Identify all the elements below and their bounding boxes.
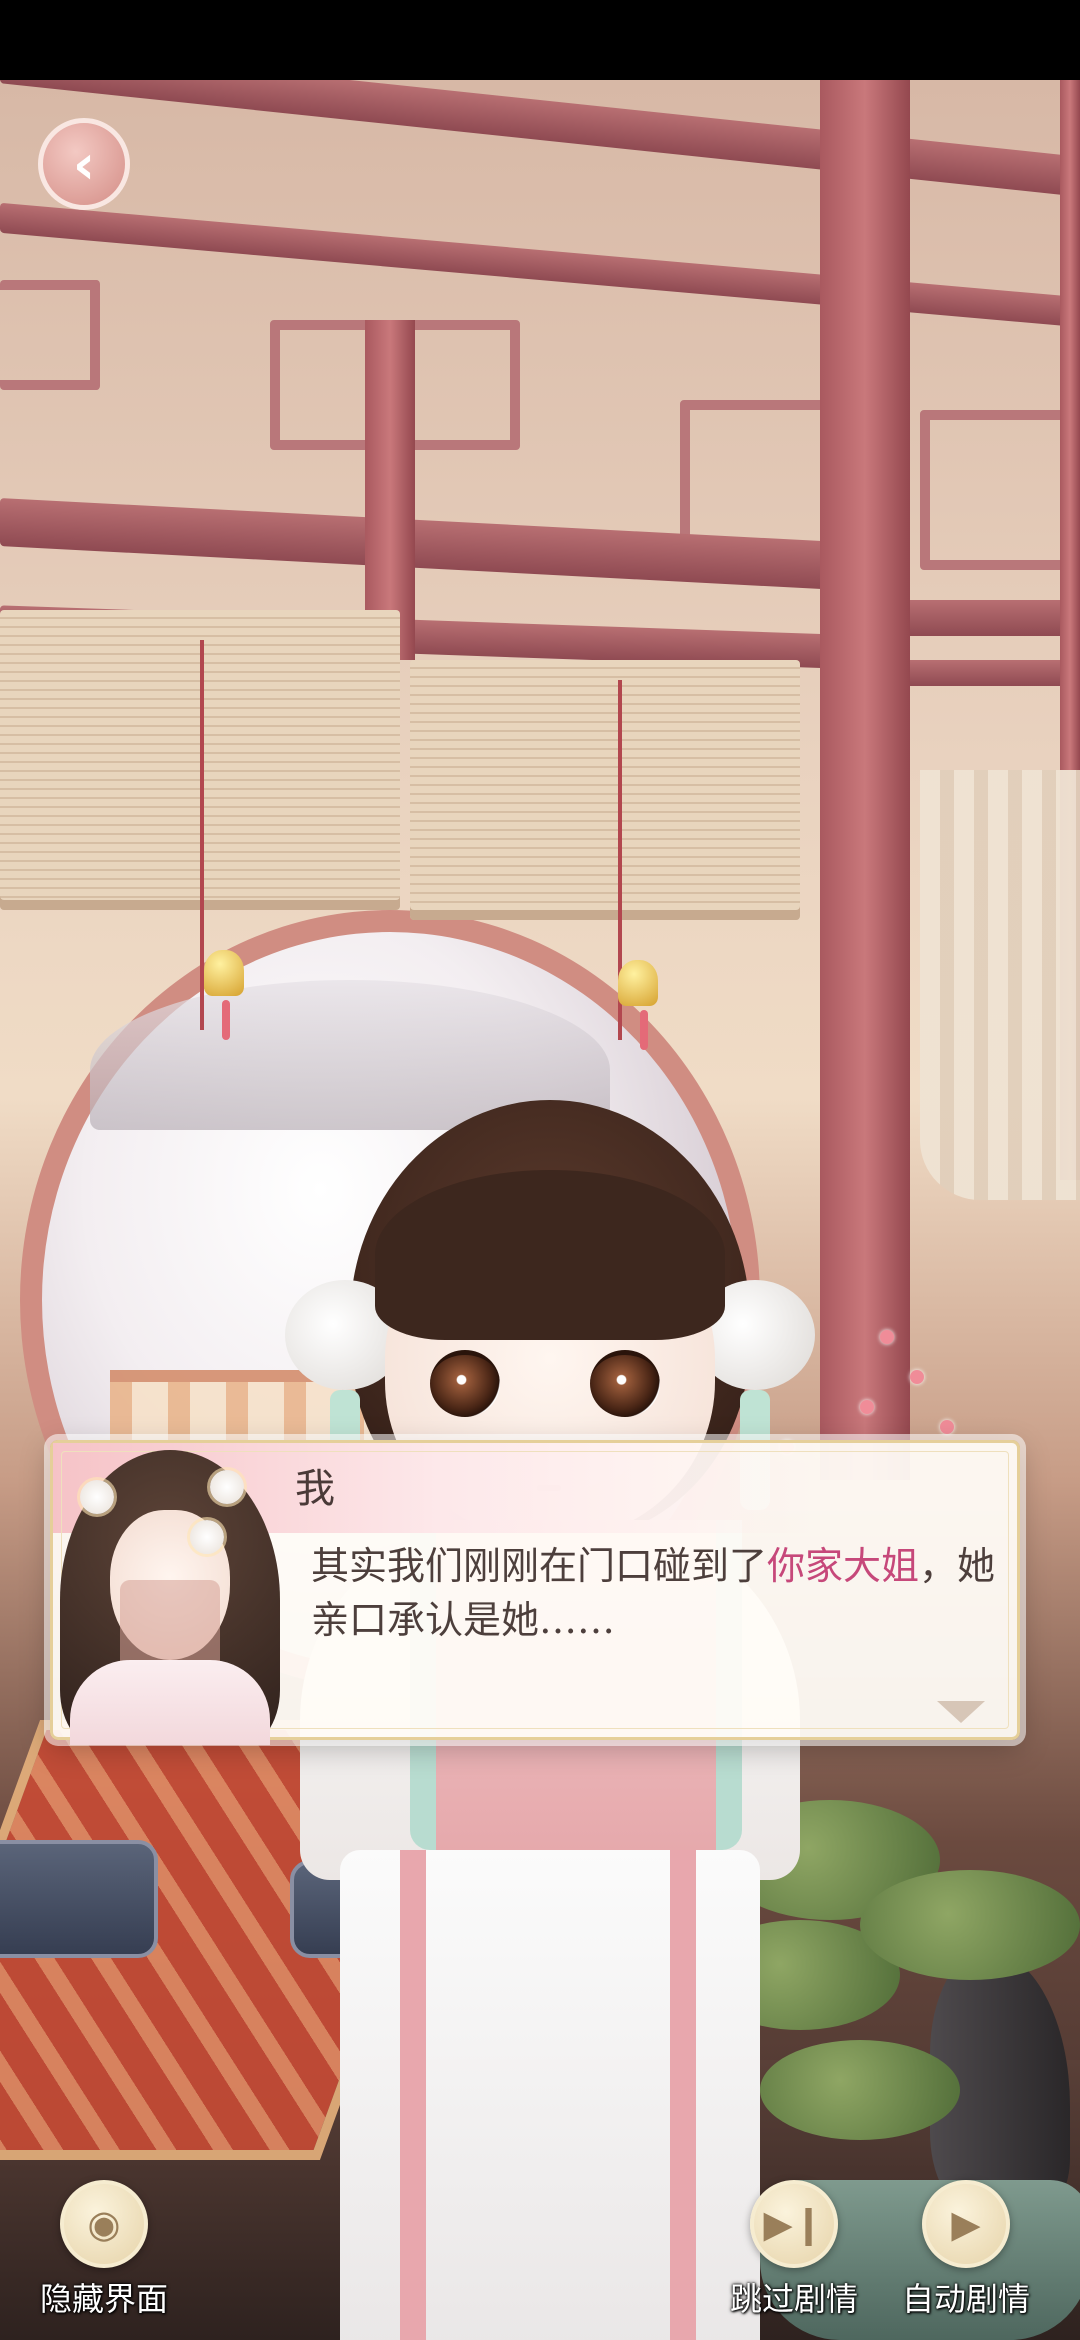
skip-story-control[interactable]: ▶❙ 跳过剧情 bbox=[730, 2180, 858, 2320]
skirt-band-right bbox=[670, 1850, 696, 2340]
bamboo-blind bbox=[410, 660, 800, 920]
skirt-band-left bbox=[400, 1850, 426, 2340]
plum-blossom bbox=[880, 1330, 894, 1344]
speaker-name: 我 bbox=[295, 1466, 335, 1512]
bonsai-foliage bbox=[860, 1870, 1080, 1980]
portrait-hair-flower bbox=[80, 1480, 114, 1514]
hanging-bell bbox=[618, 960, 658, 1006]
lattice-panel bbox=[0, 280, 100, 390]
skip-story-label: 跳过剧情 bbox=[730, 2280, 859, 2318]
portrait-hair-flower bbox=[190, 1520, 224, 1554]
auto-story-button[interactable]: ▶ bbox=[922, 2180, 1010, 2268]
bell-tassel bbox=[640, 1010, 648, 1050]
pillar-left bbox=[365, 320, 415, 660]
plum-blossom bbox=[910, 1370, 924, 1384]
story-scene[interactable] bbox=[0, 80, 1080, 2340]
dialog-text-part: 其实我们刚刚在门口碰到了 bbox=[311, 1544, 768, 1588]
status-bar bbox=[0, 0, 1080, 80]
character-eye-left bbox=[430, 1350, 500, 1417]
roof-beam bbox=[0, 202, 1080, 328]
plum-blossom bbox=[860, 1400, 874, 1414]
portrait-robe bbox=[70, 1660, 270, 1745]
character-eye-right bbox=[590, 1350, 660, 1417]
character-bangs bbox=[375, 1170, 725, 1340]
hide-ui-button[interactable]: ◉ bbox=[60, 2180, 148, 2268]
hide-ui-label: 隐藏界面 bbox=[40, 2280, 169, 2318]
bell-tassel bbox=[222, 1000, 230, 1040]
floor-cushion bbox=[0, 1840, 158, 1958]
skip-forward-icon: ▶❙ bbox=[763, 2202, 825, 2246]
back-button[interactable]: ‹ bbox=[38, 118, 130, 210]
lattice-panel bbox=[920, 410, 1080, 570]
roof-beam bbox=[0, 80, 1080, 197]
down-triangle-icon[interactable] bbox=[937, 1701, 985, 1723]
cross-beam bbox=[880, 600, 1080, 636]
eye-icon: ◉ bbox=[87, 2202, 121, 2246]
auto-story-control[interactable]: ▶ 自动剧情 bbox=[902, 2180, 1030, 2320]
hide-ui-control[interactable]: ◉ 隐藏界面 bbox=[40, 2180, 168, 2320]
dialog-text-highlight: 你家大姐 bbox=[767, 1544, 920, 1588]
side-curtain bbox=[920, 770, 1080, 1200]
back-arrow-icon: ‹ bbox=[72, 132, 96, 196]
dialog-text: 其实我们刚刚在门口碰到了你家大姐，她亲口承认是她…… bbox=[311, 1539, 1001, 1647]
skip-story-button[interactable]: ▶❙ bbox=[750, 2180, 838, 2268]
portrait-hair-flower bbox=[210, 1470, 244, 1504]
plum-blossom bbox=[940, 1420, 954, 1434]
play-icon: ▶ bbox=[951, 2202, 981, 2246]
auto-story-label: 自动剧情 bbox=[902, 2280, 1031, 2318]
speaker-portrait bbox=[40, 1430, 290, 1745]
cross-beam bbox=[900, 660, 1080, 686]
pillar-main bbox=[820, 80, 910, 1480]
hanging-bell bbox=[204, 950, 244, 996]
